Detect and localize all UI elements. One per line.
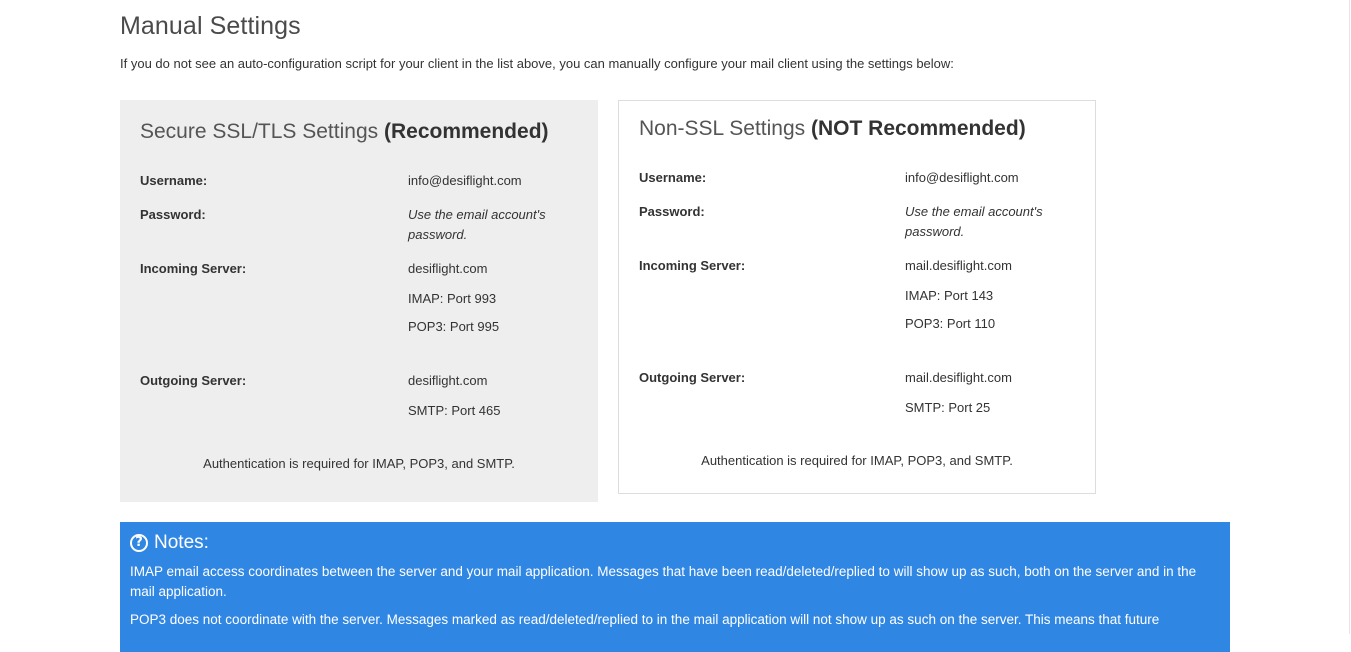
nonssl-settings-panel: Non-SSL Settings (NOT Recommended) Usern…	[618, 100, 1096, 494]
outgoing-smtp-port: SMTP: Port 465	[408, 403, 501, 418]
nonssl-auth-note: Authentication is required for IMAP, POP…	[701, 453, 1013, 468]
question-circle-icon: ?	[130, 534, 148, 552]
incoming-imap-port: IMAP: Port 143	[905, 288, 994, 303]
nonssl-settings-title: Non-SSL Settings (NOT Recommended)	[639, 117, 1026, 141]
secure-auth-note: Authentication is required for IMAP, POP…	[203, 456, 515, 471]
username-value[interactable]: info@desiflight.com	[408, 171, 588, 191]
incoming-server-value: mail.desiflight.com IMAP: Port 143 POP3:…	[905, 256, 1085, 334]
outgoing-server-label: Outgoing Server:	[140, 373, 247, 388]
incoming-server-label: Incoming Server:	[140, 261, 247, 276]
password-label: Password:	[639, 204, 705, 219]
incoming-server-label: Incoming Server:	[639, 258, 746, 273]
password-label: Password:	[140, 207, 206, 222]
secure-title-text: Secure SSL/TLS Settings	[140, 120, 379, 143]
outgoing-host[interactable]: desiflight.com	[408, 371, 588, 391]
notes-heading: ? Notes:	[130, 530, 1220, 556]
incoming-host[interactable]: mail.desiflight.com	[905, 256, 1085, 276]
outgoing-server-value: mail.desiflight.com SMTP: Port 25	[905, 368, 1085, 418]
outgoing-server-label: Outgoing Server:	[639, 370, 746, 385]
imap-note: IMAP email access coordinates between th…	[130, 564, 1197, 599]
password-value: Use the email account's password.	[905, 204, 1043, 239]
secure-title-recommendation: (Recommended)	[383, 120, 549, 143]
page-title: Manual Settings	[120, 12, 301, 40]
username-value[interactable]: info@desiflight.com	[905, 168, 1085, 188]
notes-panel: ? Notes: IMAP email access coordinates b…	[120, 522, 1230, 652]
incoming-pop3-port: POP3: Port 110	[905, 316, 996, 331]
incoming-host[interactable]: desiflight.com	[408, 259, 588, 279]
outgoing-host[interactable]: mail.desiflight.com	[905, 368, 1085, 388]
password-value: Use the email account's password.	[408, 207, 546, 242]
incoming-imap-port: IMAP: Port 993	[408, 291, 497, 306]
outgoing-smtp-port: SMTP: Port 25	[905, 400, 991, 415]
username-label: Username:	[639, 170, 707, 185]
page-right-edge	[1349, 0, 1350, 634]
notes-heading-text: Notes:	[154, 532, 209, 553]
nonssl-title-text: Non-SSL Settings	[639, 117, 806, 140]
secure-settings-panel: Secure SSL/TLS Settings (Recommended) Us…	[120, 100, 598, 502]
intro-text: If you do not see an auto-configuration …	[120, 56, 954, 71]
pop3-note: POP3 does not coordinate with the server…	[130, 612, 1160, 627]
incoming-pop3-port: POP3: Port 995	[408, 319, 500, 334]
outgoing-server-value: desiflight.com SMTP: Port 465	[408, 371, 588, 421]
incoming-server-value: desiflight.com IMAP: Port 993 POP3: Port…	[408, 259, 588, 337]
username-label: Username:	[140, 173, 208, 188]
secure-settings-title: Secure SSL/TLS Settings (Recommended)	[140, 120, 549, 144]
nonssl-title-recommendation: (NOT Recommended)	[811, 117, 1026, 140]
